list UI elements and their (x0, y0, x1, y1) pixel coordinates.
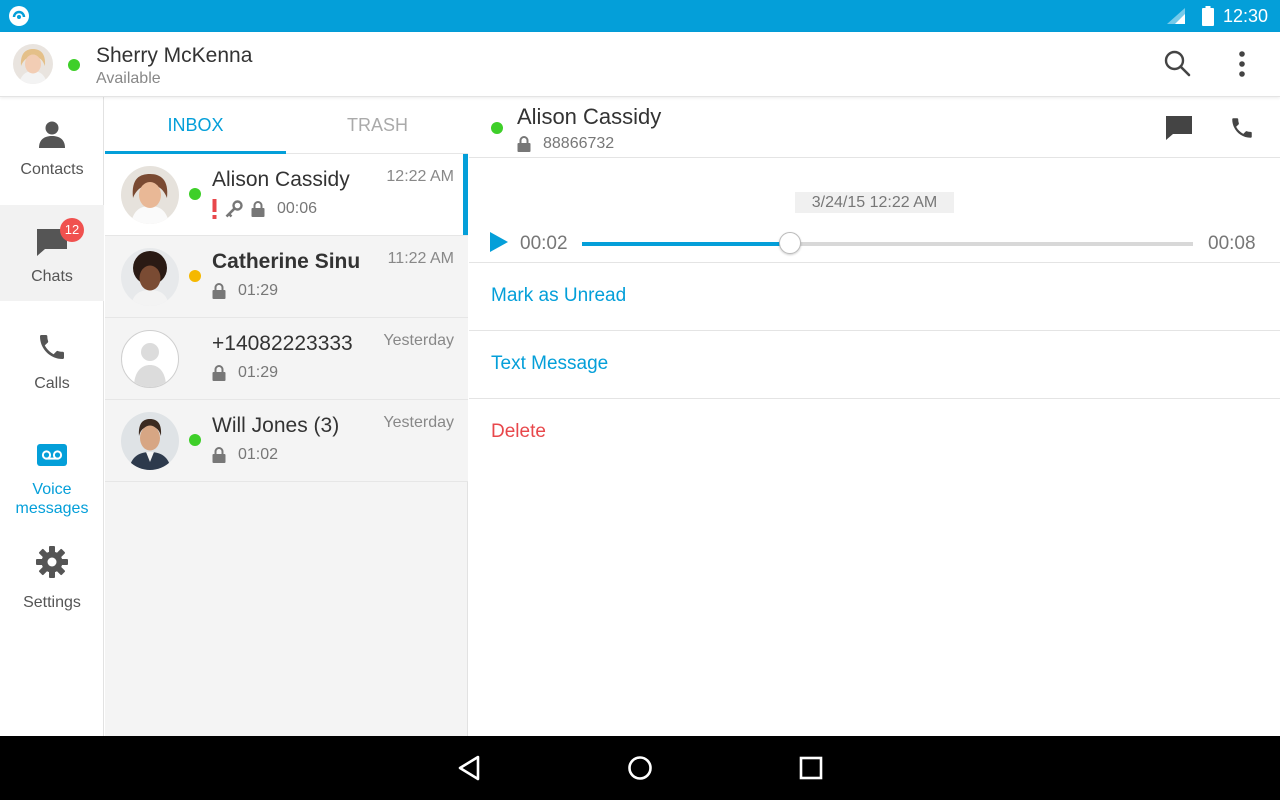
nav-label-messages: messages (15, 500, 89, 517)
nav-item-calls[interactable]: Calls (0, 307, 104, 407)
back-icon[interactable] (455, 753, 485, 783)
nav-label-calls: Calls (34, 375, 70, 392)
signal-icon (1167, 8, 1185, 24)
lock-icon (517, 136, 531, 152)
nav-label-voice: Voice (32, 481, 72, 498)
message-time: 11:22 AM (387, 250, 454, 267)
nav-item-settings[interactable]: Settings (0, 537, 104, 617)
presence-indicator (491, 122, 503, 134)
nav-label-settings: Settings (23, 594, 81, 611)
side-nav: Contacts 12 Chats Calls Voice messages S… (0, 97, 104, 736)
contact-name: Catherine Sinu (212, 250, 361, 273)
contact-name: Alison Cassidy (212, 168, 350, 191)
battery-icon (1202, 6, 1214, 26)
contact-avatar (121, 412, 179, 470)
voicemail-icon (37, 444, 67, 466)
message-time: Yesterday (383, 414, 454, 431)
presence-indicator (189, 188, 201, 200)
home-icon[interactable] (625, 753, 655, 783)
lock-icon (251, 201, 265, 217)
delete-button[interactable]: Delete (469, 399, 1280, 467)
recents-icon[interactable] (796, 753, 826, 783)
presence-indicator (68, 59, 80, 71)
app-logo-icon (9, 6, 29, 26)
selection-indicator (463, 154, 468, 235)
contact-avatar (121, 166, 179, 224)
detail-header: Alison Cassidy 88866732 (469, 97, 1280, 158)
message-meta: 01:29 (212, 363, 278, 383)
lock-icon (212, 283, 226, 299)
nav-item-voice-messages[interactable]: Voice messages (0, 427, 104, 527)
detail-number-row: 88866732 (517, 135, 614, 153)
detail-pane: Alison Cassidy 88866732 3/24/15 12:22 AM… (469, 97, 1280, 736)
private-key-icon (225, 200, 243, 218)
playback-progress (582, 242, 790, 246)
playback-total-time: 00:08 (1208, 233, 1256, 254)
system-nav-bar (0, 736, 1280, 800)
lock-icon (212, 365, 226, 381)
clock: 12:30 (1223, 6, 1269, 26)
user-avatar[interactable] (13, 44, 53, 84)
message-row[interactable]: Catherine Sinu 11:22 AM 01:29 (105, 236, 468, 318)
detail-number: 88866732 (543, 135, 615, 152)
message-meta: 01:02 (212, 445, 278, 465)
nav-label-chats: Chats (31, 268, 73, 285)
user-name: Sherry McKenna (96, 44, 253, 67)
tab-inbox[interactable]: INBOX (105, 97, 286, 154)
nav-item-contacts[interactable]: Contacts (0, 97, 104, 202)
search-icon[interactable] (1162, 48, 1192, 78)
phone-icon (40, 335, 64, 359)
urgent-icon (212, 199, 217, 219)
tab-bar: INBOX TRASH (105, 97, 468, 154)
message-meta: 00:06 (212, 199, 317, 219)
detail-contact-name: Alison Cassidy (517, 104, 662, 129)
gear-icon (36, 546, 68, 578)
message-timestamp: 3/24/15 12:22 AM (795, 192, 954, 213)
playback-current-time: 00:02 (520, 233, 568, 254)
text-message-button[interactable]: Text Message (469, 331, 1280, 399)
chats-badge: 12 (60, 218, 84, 242)
message-row[interactable]: +14082223333 Yesterday 01:29 (105, 318, 468, 400)
top-header: Sherry McKenna Available (0, 32, 1280, 97)
tab-trash[interactable]: TRASH (287, 97, 468, 154)
message-duration: 01:29 (238, 364, 279, 381)
message-time: 12:22 AM (386, 168, 454, 185)
phone-icon[interactable] (1229, 113, 1255, 143)
contact-name: Will Jones (3) (212, 414, 340, 437)
status-bar: 12:30 (0, 0, 1280, 32)
message-row[interactable]: Alison Cassidy 12:22 AM 00:06 (105, 154, 468, 236)
play-icon[interactable] (489, 231, 509, 253)
message-meta: 01:29 (212, 281, 278, 301)
contact-avatar (121, 248, 179, 306)
mark-unread-button[interactable]: Mark as Unread (469, 263, 1280, 331)
nav-item-chats[interactable]: 12 Chats (0, 205, 104, 301)
person-icon (39, 121, 65, 148)
playback-slider[interactable] (582, 242, 1193, 246)
presence-indicator (189, 270, 201, 282)
message-duration: 01:29 (238, 282, 279, 299)
contact-name: +14082223333 (212, 332, 353, 355)
message-duration: 01:02 (238, 446, 279, 463)
message-list-pane: INBOX TRASH Alison Cassidy 12:22 AM 00:0… (105, 97, 468, 736)
message-time: Yesterday (383, 332, 454, 349)
overflow-menu-icon[interactable] (1230, 48, 1254, 80)
user-status[interactable]: Available (96, 70, 161, 88)
nav-label-contacts: Contacts (20, 161, 84, 178)
playback-thumb[interactable] (778, 232, 801, 254)
lock-icon (212, 447, 226, 463)
message-duration: 00:06 (277, 200, 318, 217)
message-row[interactable]: Will Jones (3) Yesterday 01:02 (105, 400, 468, 482)
contact-avatar-placeholder (121, 330, 179, 388)
chat-icon[interactable] (1165, 115, 1193, 141)
presence-indicator (189, 434, 201, 446)
